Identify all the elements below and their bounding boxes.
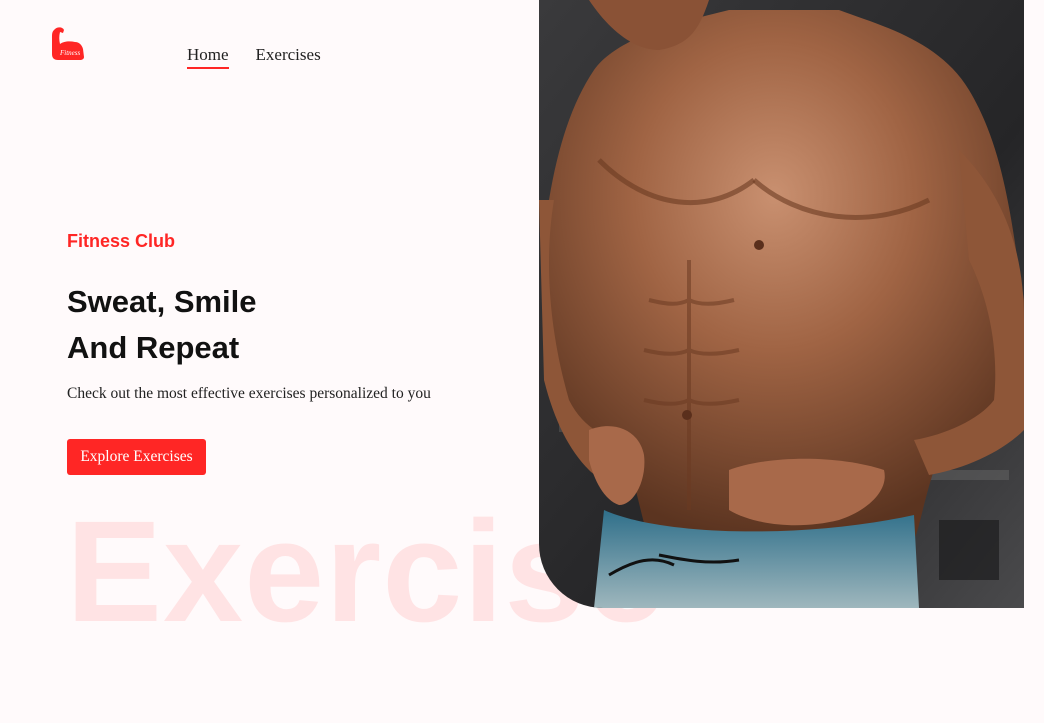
logo[interactable]: Fitness: [48, 24, 88, 64]
hero-headline-line2: And Repeat: [67, 330, 240, 365]
main-nav: Home Exercises: [187, 45, 321, 69]
page: Fitness Home Exercises Exercise Fitness …: [0, 0, 1044, 723]
muscular-man-torso-photo: [539, 0, 1024, 608]
logo-text: Fitness: [59, 49, 80, 57]
nav-home-link[interactable]: Home: [187, 45, 229, 69]
hero-headline: Sweat, Smile And Repeat: [67, 279, 257, 371]
flexed-arm-icon: Fitness: [52, 27, 84, 60]
hero-subtitle: Check out the most effective exercises p…: [67, 385, 431, 402]
hero-image: [539, 0, 1024, 608]
hero-headline-line1: Sweat, Smile: [67, 284, 257, 319]
hero-kicker: Fitness Club: [67, 231, 176, 251]
explore-exercises-button[interactable]: Explore Exercises: [67, 439, 206, 475]
nav-exercises-link[interactable]: Exercises: [256, 45, 321, 69]
